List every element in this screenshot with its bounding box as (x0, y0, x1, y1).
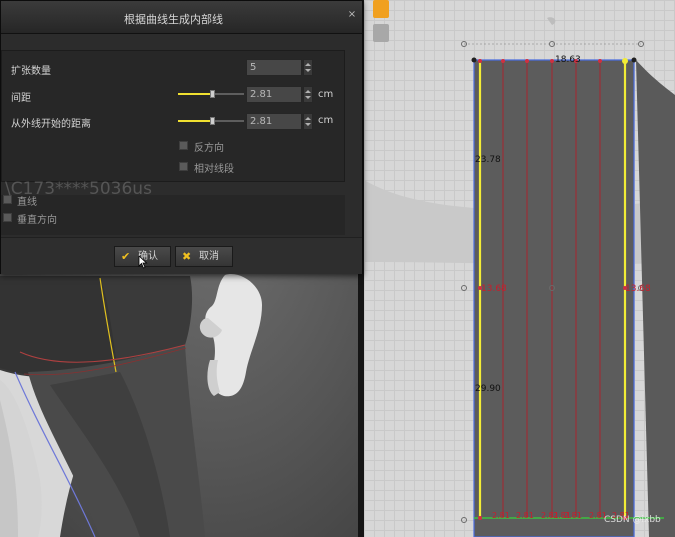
bottom-spacing-label: 2.81 (492, 511, 510, 520)
vertical-checkbox[interactable] (3, 213, 12, 222)
bottom-spacing-label: 2.81 (564, 511, 582, 520)
offset-spinner[interactable] (303, 113, 313, 130)
spin-down-icon[interactable] (305, 123, 311, 126)
count-spinner[interactable] (303, 59, 313, 76)
generate-internal-lines-dialog: 根据曲线生成内部线 × 扩张数量 5 间距 2.81 cm 从外线开始的距离 2… (0, 0, 363, 274)
left-lower-label: 29.90 (475, 384, 501, 394)
spacing-spinner[interactable] (303, 86, 313, 103)
top-width-label: 18.63 (555, 55, 581, 65)
dialog-titlebar[interactable]: 根据曲线生成内部线 × (1, 1, 362, 34)
spin-down-icon[interactable] (305, 69, 311, 72)
spacing-slider[interactable] (178, 90, 244, 98)
count-label: 扩张数量 (11, 66, 51, 77)
count-input[interactable]: 5 (246, 59, 302, 76)
x-icon: ✖ (182, 250, 192, 263)
slider-thumb[interactable] (210, 117, 215, 125)
secondary-options: 直线 垂直方向 (1, 195, 345, 235)
vertical-label: 垂直方向 (17, 215, 57, 226)
mid-left-label: 13.68 (481, 284, 507, 294)
spin-up-icon[interactable] (305, 63, 311, 66)
slider-track (212, 93, 244, 95)
user-watermark: \C173****5036us (5, 179, 152, 199)
cancel-button-label: 取消 (199, 251, 219, 262)
slider-fill (178, 93, 212, 95)
slider-fill (178, 120, 212, 122)
relative-segment-label: 相对线段 (194, 164, 234, 175)
offset-slider[interactable] (178, 117, 244, 125)
close-icon[interactable]: × (347, 10, 357, 20)
mid-right-label: 13.68 (625, 284, 651, 294)
spacing-input[interactable]: 2.81 (246, 86, 302, 103)
offset-unit: cm (318, 115, 334, 126)
pattern-canvas: 18.63 23.78 29.90 13.68 13.68 2.81 2.81 … (364, 17, 675, 537)
offset-label: 从外线开始的距离 (11, 119, 91, 130)
mouse-cursor-icon (138, 255, 148, 269)
slider-track (212, 120, 244, 122)
csdn-watermark: CSDN @ixbb (604, 515, 661, 525)
settings-panel: 扩张数量 5 间距 2.81 cm 从外线开始的距离 2.81 cm 反方向 相… (1, 50, 345, 182)
cancel-button[interactable]: ✖ 取消 (175, 246, 233, 267)
bottom-spacing-label: 2.81 (516, 511, 534, 520)
spin-up-icon[interactable] (305, 117, 311, 120)
offset-input[interactable]: 2.81 (246, 113, 302, 130)
dialog-title: 根据曲线生成内部线 (124, 13, 223, 26)
reverse-label: 反方向 (194, 143, 224, 154)
dialog-footer: ✔ 确认 ✖ 取消 (1, 237, 362, 274)
relative-segment-checkbox[interactable] (179, 162, 188, 171)
left-upper-label: 23.78 (475, 155, 501, 165)
spin-down-icon[interactable] (305, 96, 311, 99)
check-icon: ✔ (121, 250, 131, 263)
spacing-label: 间距 (11, 93, 31, 104)
pattern-panel (473, 59, 635, 537)
spin-up-icon[interactable] (305, 90, 311, 93)
reverse-checkbox[interactable] (179, 141, 188, 150)
viewport-2d-pattern[interactable]: 18.63 23.78 29.90 13.68 13.68 2.81 2.81 … (364, 0, 675, 537)
spacing-unit: cm (318, 89, 334, 100)
slider-thumb[interactable] (210, 90, 215, 98)
